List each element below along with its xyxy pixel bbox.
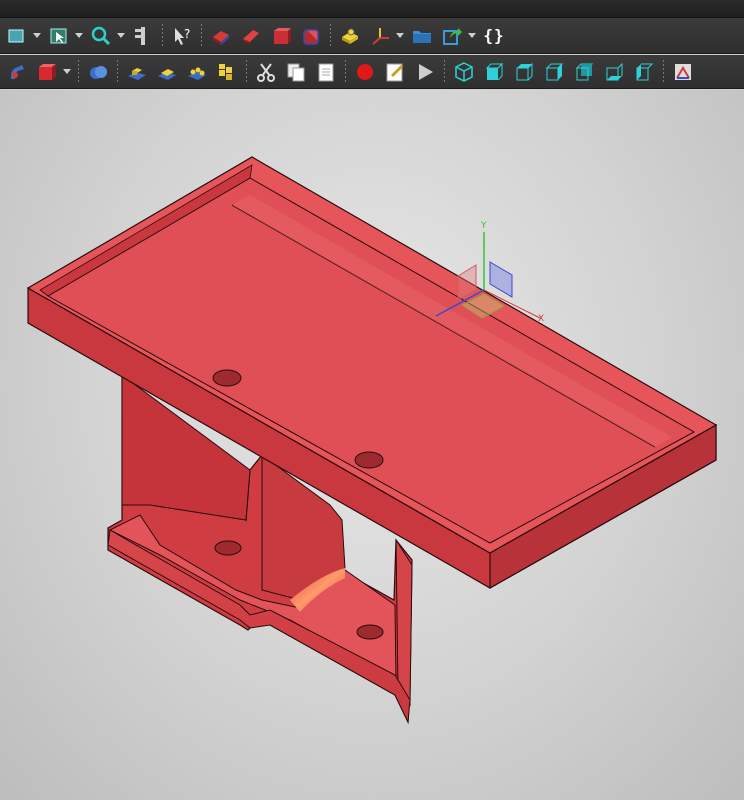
toolbar-separator: [444, 59, 445, 84]
view-right-icon[interactable]: [541, 59, 567, 85]
view-left-icon[interactable]: [631, 59, 657, 85]
main-toolbar: ? {}: [0, 18, 744, 54]
part-wedge-icon[interactable]: [238, 23, 264, 49]
red-cube-icon[interactable]: [34, 59, 60, 85]
axis-tool-dropdown[interactable]: [395, 23, 405, 49]
cut-scissors-icon[interactable]: [253, 59, 279, 85]
zoom-dropdown[interactable]: [116, 23, 126, 49]
part-fillet-icon[interactable]: [298, 23, 324, 49]
part-cube-icon[interactable]: [268, 23, 294, 49]
red-cube-dropdown[interactable]: [62, 59, 72, 85]
part-box-icon[interactable]: [208, 23, 234, 49]
y-axis-label: Y: [480, 221, 487, 231]
edit-macro-icon[interactable]: [382, 59, 408, 85]
macro-braces-text: {}: [483, 26, 505, 45]
3d-viewport[interactable]: Y X: [0, 90, 744, 800]
toolbar-separator: [117, 59, 118, 84]
select-dropdown[interactable]: [74, 23, 84, 49]
view-cube-dropdown[interactable]: [32, 23, 42, 49]
view-front-icon[interactable]: [481, 59, 507, 85]
zoom-icon[interactable]: [88, 23, 114, 49]
yz-plane: [489, 261, 513, 298]
whats-this-icon[interactable]: ?: [169, 23, 195, 49]
toolbar-separator: [246, 59, 247, 84]
view-top-icon[interactable]: [511, 59, 537, 85]
measure-icon[interactable]: [670, 59, 696, 85]
tool-tweak-icon[interactable]: [4, 59, 30, 85]
model-drawing: Y X: [26, 156, 718, 725]
toolbar-separator: [345, 59, 346, 84]
mount-hole: [354, 451, 384, 469]
mount-hole: [214, 540, 242, 556]
toolbar-separator: [663, 59, 664, 84]
axis-tool-icon[interactable]: [367, 23, 393, 49]
part-yellow-icon[interactable]: [337, 23, 363, 49]
folder-icon[interactable]: [409, 23, 435, 49]
x-axis-label: X: [538, 314, 544, 324]
view-rear-icon[interactable]: [571, 59, 597, 85]
toolbar-separator: [330, 23, 331, 48]
mount-hole: [356, 624, 384, 640]
macro-braces-button[interactable]: {}: [481, 23, 507, 49]
toolbar-separator: [78, 59, 79, 84]
array-yellow-icon[interactable]: [214, 59, 240, 85]
mount-hole: [212, 369, 242, 387]
caliper-icon[interactable]: [130, 23, 156, 49]
window-title-bar: [0, 0, 744, 18]
copy-icon[interactable]: [283, 59, 309, 85]
secondary-toolbar: [0, 55, 744, 89]
select-cursor-icon[interactable]: [46, 23, 72, 49]
toolbar-separator: [162, 23, 163, 48]
export-dropdown[interactable]: [467, 23, 477, 49]
toolbar-separator: [201, 23, 202, 48]
export-arrow-icon[interactable]: [439, 23, 465, 49]
paste-icon[interactable]: [313, 59, 339, 85]
pad-yellow-icon[interactable]: [124, 59, 150, 85]
view-isometric-icon[interactable]: [451, 59, 477, 85]
play-macro-icon[interactable]: [412, 59, 438, 85]
view-cube-icon[interactable]: [4, 23, 30, 49]
spheres-icon[interactable]: [85, 59, 111, 85]
pattern-yellow-icon[interactable]: [184, 59, 210, 85]
view-bottom-icon[interactable]: [601, 59, 627, 85]
record-macro-icon[interactable]: [352, 59, 378, 85]
svg-text:?: ?: [184, 27, 190, 41]
pocket-yellow-icon[interactable]: [154, 59, 180, 85]
